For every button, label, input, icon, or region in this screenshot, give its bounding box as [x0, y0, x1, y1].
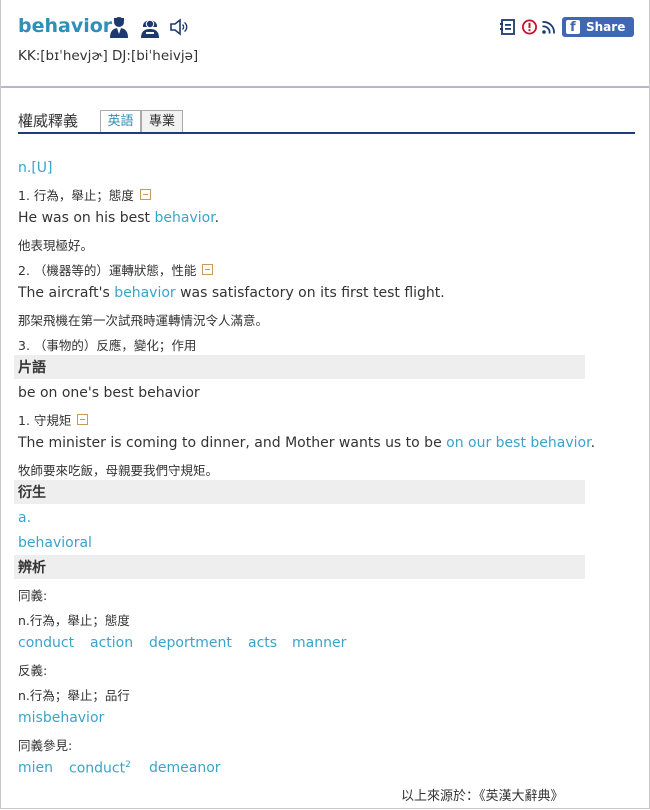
- derived-word-link[interactable]: behavioral: [18, 535, 92, 551]
- sense-2-translation: 那架飛機在第一次試飛時運轉情況令人滿意。: [18, 313, 269, 328]
- facebook-icon: f: [566, 20, 580, 35]
- notebook-icon[interactable]: [500, 17, 517, 37]
- see-also-link[interactable]: mien: [18, 760, 53, 776]
- word-header: behavior KK:[bɪˈhevjɚ] DJ:[biˈheivjə] f …: [1, 0, 649, 88]
- antonym-link[interactable]: misbehavior: [18, 710, 104, 726]
- female-voice-icon[interactable]: [139, 15, 161, 39]
- section-divider: [18, 132, 635, 134]
- synonym-link[interactable]: manner: [292, 635, 346, 651]
- speaker-icon[interactable]: [169, 15, 191, 39]
- report-icon[interactable]: [521, 17, 538, 37]
- derived-pos[interactable]: a.: [18, 510, 31, 526]
- tab-professional[interactable]: 專業: [141, 110, 183, 132]
- sense-2-definition: 2. （機器等的）運轉狀態，性能: [18, 260, 214, 279]
- section-title: 權威釋義: [18, 112, 79, 130]
- dictionary-panel: behavior KK:[bɪˈhevjɚ] DJ:[biˈheivjə] f …: [0, 0, 650, 809]
- part-of-speech[interactable]: n.[U]: [18, 160, 53, 176]
- phrase-example: The minister is coming to dinner, and Mo…: [18, 435, 596, 451]
- synonyms-definition: n.行為，舉止；態度: [18, 613, 130, 628]
- sense-1-definition: 1. 行為，舉止；態度: [18, 185, 151, 204]
- rss-icon[interactable]: [541, 17, 556, 37]
- synonym-link[interactable]: acts: [248, 635, 277, 651]
- tab-english[interactable]: 英語: [100, 110, 141, 132]
- facebook-share-button[interactable]: f Share 0: [562, 17, 634, 54]
- phrases-heading: 片語: [14, 355, 585, 379]
- example-keyword[interactable]: on our best behavior: [446, 435, 590, 451]
- synonym-link[interactable]: action: [90, 635, 133, 651]
- antonyms-label: 反義:: [18, 663, 48, 678]
- collapse-icon[interactable]: [77, 414, 89, 425]
- phrase-translation: 牧師要來吃飯，母親要我們守規矩。: [18, 463, 219, 478]
- collapse-icon[interactable]: [202, 264, 214, 275]
- source-attribution: 以上來源於：《英漢大辭典》: [401, 789, 564, 804]
- sense-3-definition: 3. （事物的）反應，變化；作用: [18, 338, 197, 353]
- see-also-label: 同義參見:: [18, 738, 73, 753]
- sense-2-example: The aircraft's behavior was satisfactory…: [18, 285, 445, 301]
- phonetic-transcription: KK:[bɪˈhevjɚ] DJ:[biˈheivjə]: [18, 48, 199, 64]
- derived-heading: 衍生: [14, 480, 585, 504]
- phrase: be on one's best behavior: [18, 385, 200, 401]
- sense-1-example: He was on his best behavior.: [18, 210, 220, 226]
- synonyms-label: 同義:: [18, 588, 48, 603]
- phrase-definition: 1. 守規矩: [18, 410, 89, 429]
- synonym-link[interactable]: deportment: [149, 635, 232, 651]
- see-also-link[interactable]: conduct2: [69, 760, 131, 777]
- male-voice-icon[interactable]: [108, 15, 130, 39]
- example-keyword[interactable]: behavior: [155, 210, 215, 226]
- example-keyword[interactable]: behavior: [114, 285, 175, 301]
- headword: behavior: [18, 15, 113, 37]
- analysis-heading: 辨析: [14, 555, 585, 579]
- synonym-link[interactable]: conduct: [18, 635, 74, 651]
- share-count-label: Share 0: [586, 20, 626, 54]
- antonyms-definition: n.行為；舉止；品行: [18, 688, 130, 703]
- see-also-link[interactable]: demeanor: [149, 760, 221, 776]
- sense-1-translation: 他表現極好。: [18, 238, 94, 253]
- collapse-icon[interactable]: [139, 189, 151, 200]
